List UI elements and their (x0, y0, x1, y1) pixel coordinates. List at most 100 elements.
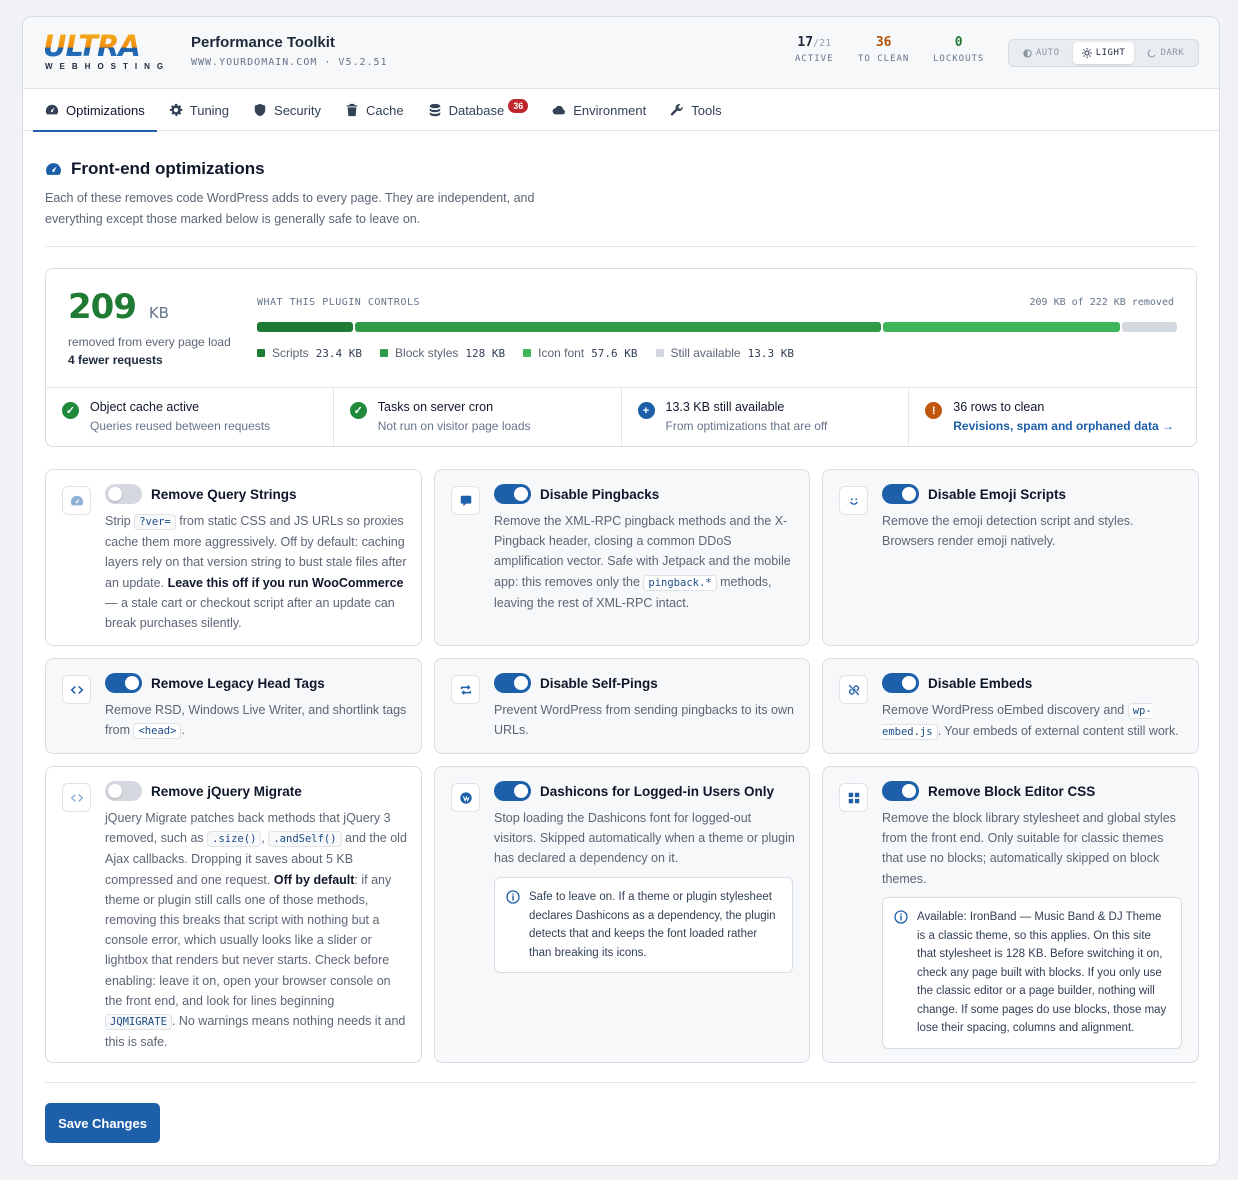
section-heading: Front-end optimizations (45, 159, 1197, 179)
check-icon: ✓ (62, 402, 79, 419)
logo: ULTRA WEBHOSTING (43, 31, 179, 71)
header: ULTRA WEBHOSTING Performance Toolkit WWW… (23, 17, 1219, 89)
bar-segment (883, 322, 1121, 332)
clean-data-link[interactable]: Revisions, spam and orphaned data → (953, 419, 1196, 433)
card-icon (451, 675, 480, 704)
smile-icon (849, 497, 858, 505)
info-icon (894, 910, 908, 924)
toggle-disable-embeds[interactable] (882, 673, 919, 693)
tab-security[interactable]: Security (241, 89, 333, 131)
status-title: 13.3 KB still available (665, 400, 785, 414)
tab-environment[interactable]: Environment (540, 89, 658, 131)
card-description: Remove the block library stylesheet and … (882, 808, 1184, 889)
toggle-disable-emoji-scripts[interactable] (882, 484, 919, 504)
info-note: Available: IronBand — Music Band & DJ Th… (882, 897, 1182, 1049)
theme-dark-label: DARK (1160, 48, 1185, 58)
card-icon (839, 675, 868, 704)
info-note: Safe to leave on. If a theme or plugin s… (494, 877, 793, 973)
code-snippet: ?ver= (134, 514, 176, 530)
savings-legend: Scripts 23.4 KB Block styles 128 KB Icon f… (257, 346, 794, 360)
card-description: Stop loading the Dashicons font for logg… (494, 808, 795, 869)
theme-dark-button[interactable]: DARK (1136, 42, 1196, 64)
code-snippet: .andSelf() (268, 831, 342, 848)
stat-label: ACTIVE (795, 54, 834, 64)
trash-icon (346, 103, 358, 117)
toggle-dashicons-logged-in[interactable] (494, 781, 531, 801)
save-changes-button[interactable]: Save Changes (45, 1103, 160, 1143)
toggle-remove-block-editor-css[interactable] (882, 781, 919, 801)
legend-label: Icon font (538, 346, 585, 360)
divider (45, 246, 1197, 247)
status-title: 36 rows to clean (953, 400, 1045, 414)
code-snippet: .size() (207, 831, 262, 848)
legend-item: Still available 13.3 KB (655, 346, 794, 360)
card-description: Prevent WordPress from sending pingbacks… (494, 700, 795, 740)
card-disable-embeds: Disable Embeds Remove WordPress oEmbed d… (822, 658, 1199, 754)
info-icon (506, 890, 520, 904)
card-description: Remove the XML-RPC pingback methods and … (494, 511, 795, 613)
card-description: Strip ?ver= from static CSS and JS URLs … (105, 511, 407, 633)
desc-text: Stop loading the Dashicons font for logg… (494, 811, 795, 866)
tab-database[interactable]: Database 36 (416, 89, 541, 131)
card-title: Remove Legacy Head Tags (151, 676, 325, 691)
legend-label: Block styles (395, 346, 459, 360)
bar-segment (1122, 322, 1177, 332)
tab-label: Security (274, 102, 321, 118)
tab-tools[interactable]: Tools (658, 89, 733, 131)
legend-swatch (380, 349, 389, 357)
stat-label: TO CLEAN (858, 54, 910, 64)
tab-label: Tuning (189, 102, 230, 118)
tab-cache[interactable]: Cache (333, 89, 416, 131)
card-icon (62, 486, 91, 515)
card-remove-jquery-migrate: Remove jQuery Migrate jQuery Migrate pat… (45, 766, 422, 1063)
fewer-requests: 4 fewer requests (68, 353, 163, 367)
gear-icon (169, 103, 183, 116)
tab-tuning[interactable]: Tuning (157, 89, 241, 131)
stat-to-clean: 36 TO CLEAN (858, 35, 909, 64)
toggle-remove-query-strings[interactable] (105, 484, 142, 504)
code-snippet: pingback.* (643, 574, 717, 591)
desc-text: Remove the emoji detection script and st… (882, 514, 1134, 549)
status-object-cache: ✓ Object cache active Queries reused bet… (46, 388, 334, 446)
card-title: Disable Embeds (928, 676, 1033, 691)
status-server-cron: ✓ Tasks on server cron Not run on visito… (334, 388, 622, 446)
status-still-available: + 13.3 KB still available From optimizat… (622, 388, 910, 446)
gauge-icon (46, 162, 61, 175)
tab-label: Cache (366, 102, 404, 118)
card-icon (62, 783, 91, 812)
savings-value: 209 (68, 287, 137, 327)
desc-text: . (181, 723, 185, 738)
theme-auto-button[interactable]: AUTO (1011, 42, 1071, 64)
card-icon (839, 486, 868, 515)
status-subtitle: Not run on visitor page loads (377, 419, 531, 433)
note-text: Safe to leave on. If a theme or plugin s… (529, 891, 776, 959)
legend-swatch (523, 349, 532, 357)
card-icon (451, 783, 480, 812)
legend-value: 23.4 KB (315, 346, 363, 360)
card-title: Remove jQuery Migrate (151, 784, 302, 799)
tab-label: Tools (691, 102, 722, 118)
toggle-disable-self-pings[interactable] (494, 673, 531, 693)
card-remove-block-editor-css: Remove Block Editor CSS Remove the block… (822, 766, 1199, 1063)
toggle-remove-jquery-migrate[interactable] (105, 781, 142, 801)
stat-label: LOCKOUTS (933, 54, 985, 64)
card-remove-query-strings: Remove Query Strings Strip ?ver= from st… (45, 469, 422, 646)
stat-value: 36 (875, 35, 892, 50)
toggle-disable-pingbacks[interactable] (494, 484, 531, 504)
toggle-remove-legacy-head-tags[interactable] (105, 673, 142, 693)
desc-text: Remove WordPress oEmbed discovery and (882, 703, 1128, 717)
tab-optimizations[interactable]: Optimizations (33, 89, 157, 132)
legend-label: Scripts (272, 346, 309, 360)
theme-light-button[interactable]: LIGHT (1073, 42, 1134, 64)
warning-icon: ! (925, 402, 943, 419)
gauge-icon (45, 104, 59, 115)
savings-bar (257, 322, 1177, 332)
card-title: Remove Query Strings (151, 487, 297, 502)
status-row: ✓ Object cache active Queries reused bet… (46, 388, 1196, 446)
card-description: Remove the emoji detection script and st… (882, 511, 1184, 551)
summary-top: 209 KB removed from every page load 4 fe… (46, 269, 1196, 388)
logo-subtitle: WEBHOSTING (45, 62, 171, 71)
database-badge: 36 (508, 99, 529, 113)
legend-value: 57.6 KB (591, 346, 638, 360)
wrench-icon (671, 104, 683, 116)
